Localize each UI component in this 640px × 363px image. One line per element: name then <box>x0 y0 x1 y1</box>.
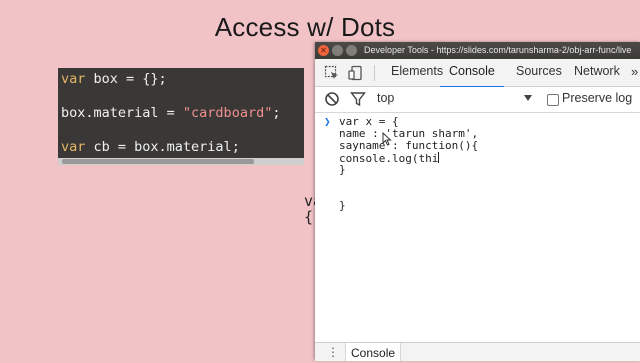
context-selector[interactable]: top <box>377 91 394 105</box>
devtools-window: ✕ Developer Tools - https://slides.com/t… <box>315 42 640 361</box>
tab-sources[interactable]: Sources <box>516 59 562 86</box>
window-titlebar: ✕ Developer Tools - https://slides.com/t… <box>315 42 640 59</box>
tab-elements[interactable]: Elements <box>391 59 443 86</box>
chevron-down-icon[interactable] <box>524 95 532 101</box>
device-toolbar-icon[interactable] <box>348 65 364 81</box>
console-line: console.log(thi <box>339 152 440 165</box>
code-snippet: var box = {}; box.material = "cardboard"… <box>58 68 304 158</box>
clear-console-icon[interactable] <box>324 91 340 107</box>
tab-network[interactable]: Network <box>574 59 620 86</box>
mouse-pointer-icon <box>382 132 392 146</box>
slide-title: Access w/ Dots <box>214 12 396 42</box>
more-tabs-icon[interactable]: » <box>631 59 638 86</box>
devtools-tabbar: Elements Console Sources Network » <box>315 59 640 88</box>
code-line-2: box.material = "cardboard"; <box>61 105 281 121</box>
console-line: } <box>339 199 346 212</box>
preserve-log-checkbox[interactable] <box>547 94 559 106</box>
drawer-menu-icon[interactable]: ⋮ <box>327 345 339 359</box>
drawer-tab-console[interactable]: Console <box>345 343 402 361</box>
code-line-3: var cb = box.material; <box>61 139 240 155</box>
console-input-area[interactable]: ❯ var x = { name : 'tarun sharm', saynam… <box>315 113 640 338</box>
tab-divider <box>374 65 375 81</box>
filter-icon[interactable] <box>350 91 366 107</box>
code-line-1: var box = {}; <box>61 71 167 87</box>
console-line: } <box>339 163 346 176</box>
text-cursor <box>438 152 440 163</box>
prompt-chevron-icon: ❯ <box>324 115 331 128</box>
console-drawer: ⋮ Console <box>315 342 640 361</box>
maximize-button[interactable] <box>346 45 357 56</box>
close-button[interactable]: ✕ <box>318 45 329 56</box>
tab-console[interactable]: Console <box>440 59 504 88</box>
inspect-element-icon[interactable] <box>324 65 340 81</box>
console-line: sayname : function(){ <box>339 139 479 152</box>
preserve-log-label[interactable]: Preserve log <box>562 91 632 105</box>
console-filterbar: top Preserve log <box>315 87 640 113</box>
minimize-button[interactable] <box>332 45 343 56</box>
window-title: Developer Tools - https://slides.com/tar… <box>364 45 632 55</box>
code-scrollbar[interactable] <box>58 158 304 165</box>
code-scrollbar-thumb[interactable] <box>62 159 254 164</box>
